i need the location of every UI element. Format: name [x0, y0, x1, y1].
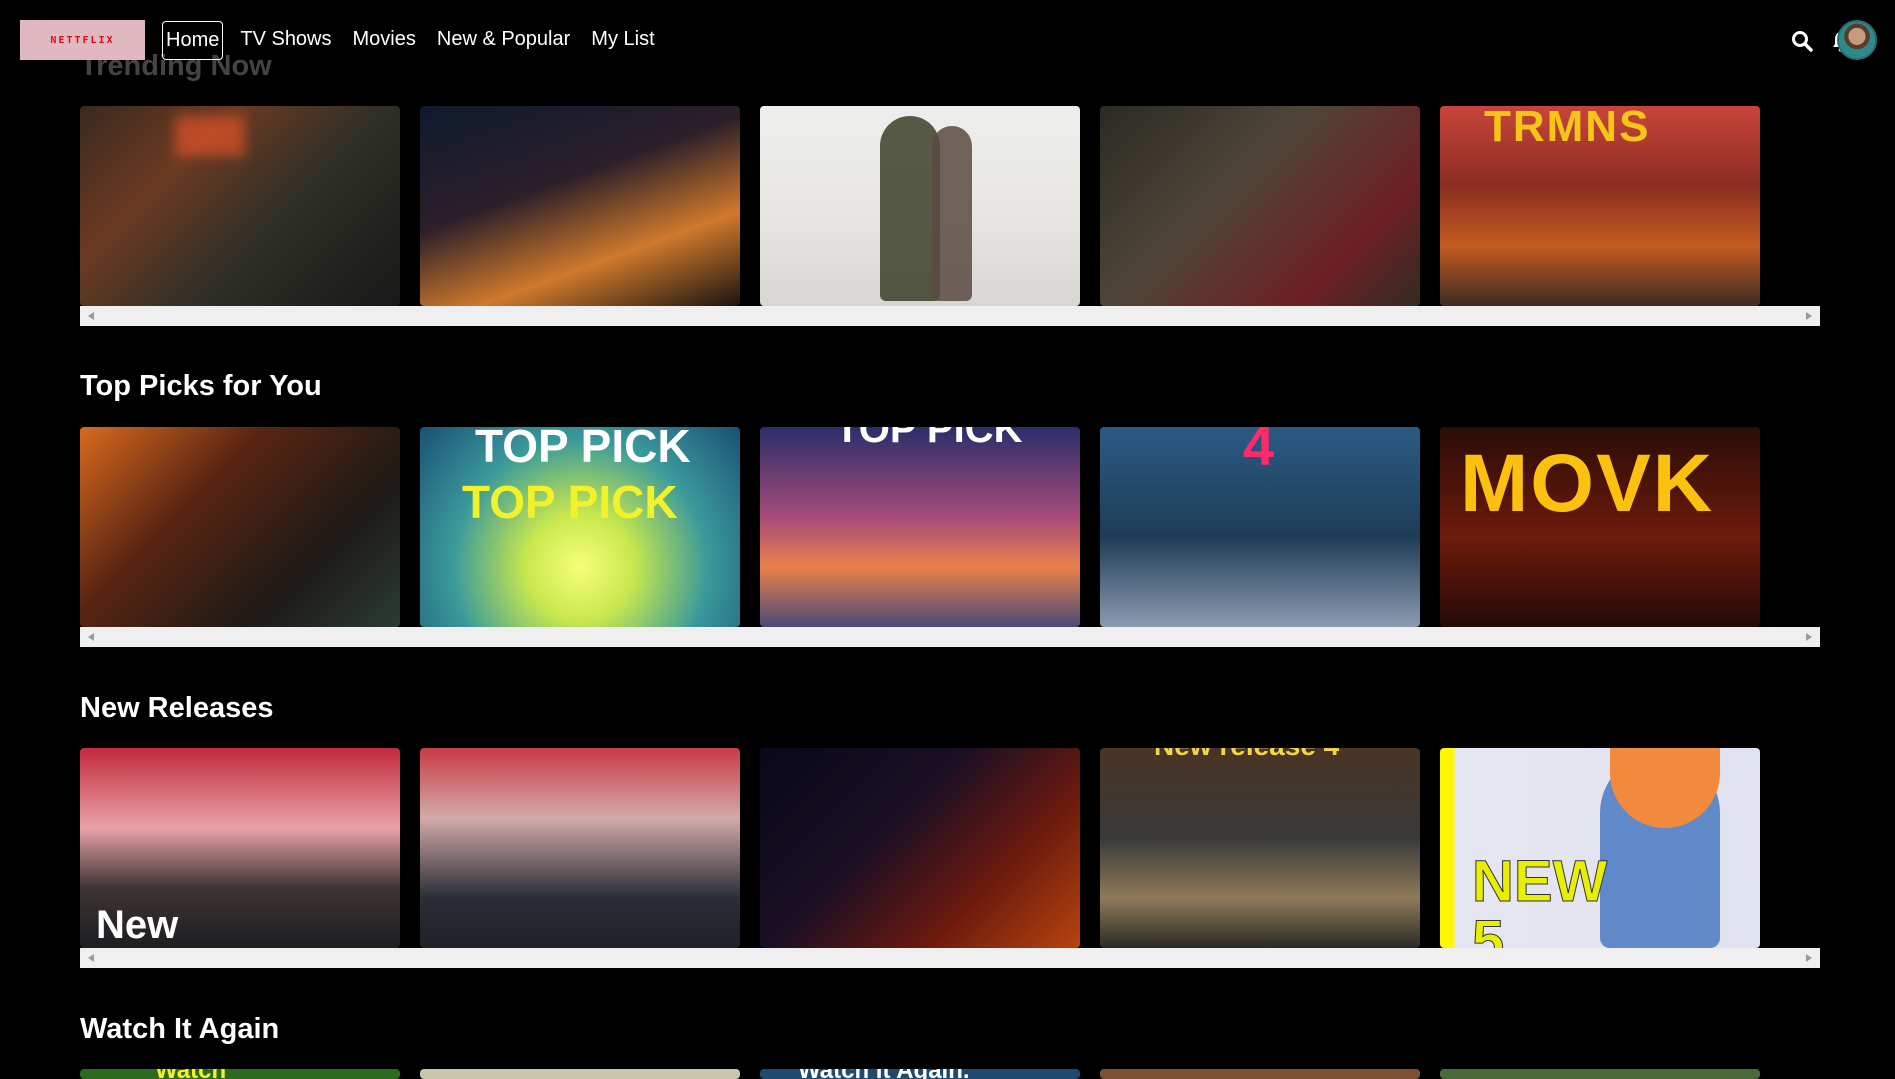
main-nav: Home TV Shows Movies New & Popular My Li… [162, 21, 672, 60]
horizontal-scrollbar[interactable] [80, 306, 1820, 326]
title-card[interactable] [1100, 106, 1420, 306]
top-navigation-bar: NETTFLIX Home TV Shows Movies New & Popu… [0, 0, 1895, 80]
row-watch-it-again-cards: Watch Watch It Again. [80, 1069, 1760, 1079]
card-title-text: Watch It Again. [798, 1069, 970, 1079]
title-card[interactable]: New release 4 [1100, 748, 1420, 948]
card-title-text: TRMNS [1484, 106, 1651, 151]
row-top-picks-cards[interactable]: TOP PICK TOP PICK TOP PICK 4 MOVK [80, 427, 1760, 627]
title-card[interactable] [1100, 1069, 1420, 1079]
nav-new-popular[interactable]: New & Popular [433, 21, 574, 60]
title-card[interactable] [420, 748, 740, 948]
card-title-text: New release 4 [1154, 748, 1339, 762]
title-card[interactable]: New [80, 748, 400, 948]
title-card[interactable] [80, 427, 400, 627]
title-card[interactable]: 4 [1100, 427, 1420, 627]
title-card[interactable] [420, 1069, 740, 1079]
nav-my-list[interactable]: My List [587, 21, 658, 60]
title-card[interactable]: TOP PICK [760, 427, 1080, 627]
scroll-right-arrow[interactable] [1806, 312, 1812, 320]
horizontal-scrollbar[interactable] [80, 627, 1820, 647]
title-card[interactable] [420, 106, 740, 306]
card-title-text: TOP PICK [475, 427, 691, 472]
nav-home[interactable]: Home [162, 21, 224, 60]
title-card[interactable]: TRMNS [1440, 106, 1760, 306]
scroll-left-arrow[interactable] [88, 633, 94, 641]
title-card[interactable] [760, 748, 1080, 948]
row-new-releases-cards: New New release 4 NEW 5 [80, 748, 1760, 948]
row-title: Top Picks for You [80, 370, 322, 402]
title-card[interactable] [80, 106, 400, 306]
card-title-text: TOP PICK [835, 427, 1023, 451]
scroll-right-arrow[interactable] [1806, 633, 1812, 641]
card-title-text: MOVK [1460, 438, 1714, 529]
search-icon[interactable] [1789, 28, 1815, 54]
row-title: Watch It Again [80, 1013, 280, 1045]
scroll-right-arrow[interactable] [1806, 954, 1812, 962]
nav-tv-shows[interactable]: TV Shows [236, 21, 335, 60]
card-title-text: Watch [155, 1069, 226, 1079]
scroll-left-arrow[interactable] [88, 312, 94, 320]
title-card[interactable] [1440, 1069, 1760, 1079]
row-trending-cards: TRMNS [80, 106, 1760, 306]
scroll-left-arrow[interactable] [88, 954, 94, 962]
card-title-text: NEW [1471, 849, 1608, 915]
row-top-picks: Top Picks for You [80, 366, 1820, 406]
card-subtitle-text: TOP PICK [462, 476, 678, 528]
title-card[interactable]: Watch It Again. [760, 1069, 1080, 1079]
row-title: New Releases [80, 692, 274, 724]
card-title-text: New [96, 903, 179, 947]
card-subtitle-text: 5 [1471, 909, 1505, 949]
row-new-releases: New Releases [80, 688, 1820, 728]
title-card[interactable]: MOVK [1440, 427, 1760, 627]
brand-logo[interactable]: NETTFLIX [20, 20, 145, 60]
row-watch-it-again: Watch It Again [80, 1009, 1820, 1049]
title-card[interactable] [760, 106, 1080, 306]
card-title-text: 4 [1243, 427, 1275, 477]
title-card[interactable]: NEW 5 [1440, 748, 1760, 948]
horizontal-scrollbar[interactable] [80, 948, 1820, 968]
title-card[interactable]: Watch [80, 1069, 400, 1079]
title-card[interactable]: TOP PICK TOP PICK [420, 427, 740, 627]
profile-avatar[interactable] [1837, 20, 1877, 60]
nav-movies[interactable]: Movies [349, 21, 420, 60]
